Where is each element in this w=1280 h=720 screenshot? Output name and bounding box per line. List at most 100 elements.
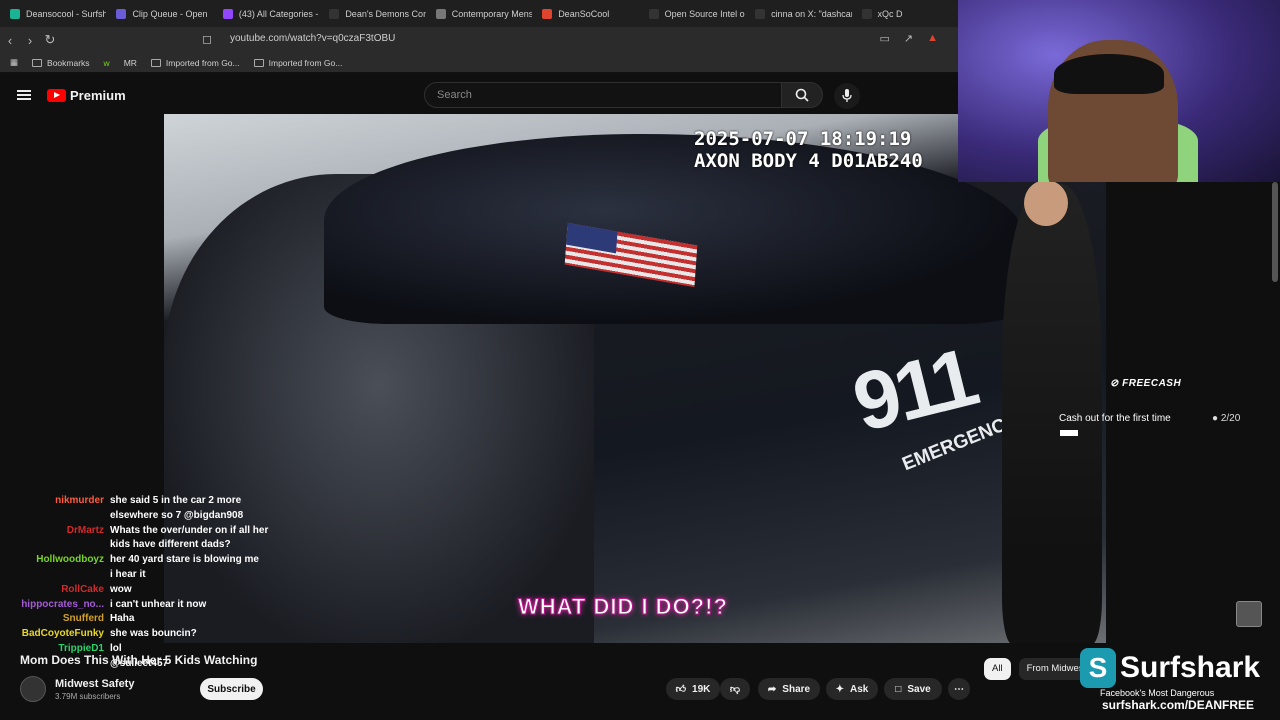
tab-label: Deansocool - Surfshark bbox=[26, 8, 107, 19]
dislike-button[interactable]: 👎︎ bbox=[720, 678, 750, 700]
bookmark-item[interactable]: Imported from Go... bbox=[253, 58, 342, 68]
share-icon: ➦ bbox=[767, 683, 777, 695]
tab-favicon-icon bbox=[648, 8, 659, 19]
search-button[interactable] bbox=[781, 82, 823, 108]
back-icon[interactable]: ‹ bbox=[0, 33, 20, 48]
streamer-webcam bbox=[958, 0, 1280, 182]
tab-favicon-icon bbox=[222, 8, 233, 19]
surfshark-tagline: Facebook's Most Dangerous bbox=[1100, 688, 1215, 698]
bookmark-item[interactable]: w bbox=[104, 58, 110, 68]
chat-message: Snufferd Haha bbox=[0, 612, 280, 627]
video-player[interactable]: 911 EMERGENCY 2025-07-07 18:19:19 AXON B… bbox=[164, 114, 1106, 643]
extension-icon[interactable]: ▲ bbox=[927, 32, 938, 45]
tab-label: cinna on X: "dashcam bbox=[771, 8, 852, 19]
share-page-icon[interactable]: ↗ bbox=[904, 32, 913, 45]
chat-username[interactable] bbox=[0, 568, 104, 583]
voice-search-button[interactable] bbox=[834, 83, 860, 109]
subscribe-button[interactable]: Subscribe bbox=[200, 678, 263, 700]
bodycam-timestamp: 2025-07-07 18:19:19 AXON BODY 4 D01AB240 bbox=[694, 128, 923, 172]
chat-text: she was bouncin? bbox=[110, 628, 197, 640]
chat-username[interactable]: RollCake bbox=[0, 583, 104, 598]
forward-icon[interactable]: › bbox=[20, 33, 40, 48]
ad-text: Cash out for the first time bbox=[1059, 413, 1171, 424]
subscriber-count: 3.79M subscribers bbox=[55, 692, 121, 701]
reload-icon[interactable]: ↻ bbox=[40, 32, 60, 48]
chat-text: i can't unhear it now bbox=[110, 598, 207, 610]
chat-username[interactable]: hippocrates_no... bbox=[0, 598, 104, 613]
browser-tab[interactable]: Dean's Demons Comm bbox=[319, 8, 426, 19]
chat-text: she said 5 in the car 2 more elsewhere s… bbox=[110, 495, 244, 521]
channel-name[interactable]: Midwest Safety bbox=[55, 678, 134, 690]
tab-label: Clip Queue - Open bbox=[132, 8, 208, 19]
tab-favicon-icon bbox=[755, 8, 766, 19]
cast-icon[interactable]: ▭ bbox=[879, 32, 889, 45]
tab-label: DeanSoCool bbox=[558, 8, 610, 19]
chat-message: RollCake wow bbox=[0, 583, 280, 598]
chat-username[interactable]: Snufferd bbox=[0, 612, 104, 627]
channel-avatar[interactable] bbox=[20, 676, 46, 702]
video-caption: WHAT DID I DO?!? bbox=[518, 594, 728, 620]
chat-text: i hear it bbox=[110, 568, 146, 580]
folder-icon bbox=[32, 58, 43, 67]
page-scrollbar[interactable] bbox=[1272, 182, 1278, 282]
bookmark-item[interactable]: MR bbox=[124, 58, 137, 68]
browser-tab[interactable]: Deansocool - Surfshark bbox=[0, 8, 107, 19]
bookmark-item[interactable]: Bookmarks bbox=[32, 58, 90, 68]
chat-text: Whats the over/under on if all her kids … bbox=[110, 524, 269, 551]
officer-head bbox=[1024, 180, 1068, 226]
tab-label: (43) All Categories - Tw bbox=[238, 8, 319, 19]
surfshark-logo: S Surfshark bbox=[1080, 648, 1260, 688]
chat-message: Hollwoodboyz her 40 yard stare is blowing… bbox=[0, 553, 280, 568]
browser-tab[interactable]: Open Source Intel on X bbox=[639, 8, 745, 19]
search-icon bbox=[795, 88, 809, 102]
save-icon: □ bbox=[895, 683, 902, 695]
save-button[interactable]: □ Save bbox=[884, 678, 942, 700]
like-button[interactable]: 👍︎ 19K bbox=[666, 678, 720, 700]
chat-message: DrMartz Whats the over/under on if all he… bbox=[0, 524, 280, 554]
thumbs-up-icon: 👍︎ bbox=[675, 684, 687, 695]
chat-text: her 40 yard stare is blowing me bbox=[110, 554, 259, 566]
tab-favicon-icon bbox=[329, 8, 340, 19]
tab-label: Dean's Demons Comm bbox=[345, 8, 425, 19]
chat-username[interactable]: BadCoyoteFunky bbox=[0, 627, 104, 642]
url-field[interactable]: youtube.com/watch?v=q0czaF3tOBU bbox=[230, 33, 395, 44]
more-icon: ⋯ bbox=[954, 683, 964, 695]
channel-watermark[interactable] bbox=[1236, 601, 1262, 627]
youtube-play-icon bbox=[47, 89, 66, 102]
folder-icon bbox=[150, 58, 161, 67]
search-input[interactable]: Search bbox=[424, 82, 782, 108]
chat-text: wow bbox=[110, 583, 132, 595]
apps-grid-icon[interactable]: ▦ bbox=[10, 57, 18, 68]
browser-tab[interactable]: (43) All Categories - Tw bbox=[213, 8, 319, 19]
chat-username[interactable]: nikmurder bbox=[0, 494, 104, 524]
bookmark-item[interactable]: Imported from Go... bbox=[150, 58, 240, 68]
tab-favicon-icon bbox=[10, 8, 20, 19]
ask-button[interactable]: ✦ Ask bbox=[826, 678, 878, 700]
browser-tab[interactable]: DeanSoCool bbox=[532, 8, 638, 19]
sparkle-icon: ✦ bbox=[835, 683, 845, 695]
share-button[interactable]: ➦ Share bbox=[758, 678, 820, 700]
microphone-icon bbox=[842, 89, 852, 102]
chat-username[interactable]: DrMartz bbox=[0, 524, 104, 554]
bookmarks-bar: ▦ Bookmarks w MR Imported from Go... Imp… bbox=[0, 53, 958, 73]
youtube-logo[interactable]: Premium bbox=[47, 88, 126, 103]
tab-favicon-icon bbox=[116, 8, 127, 19]
chat-username[interactable]: Hollwoodboyz bbox=[0, 553, 104, 568]
folder-icon bbox=[253, 58, 264, 67]
browser-tab[interactable]: cinna on X: "dashcam bbox=[745, 8, 852, 19]
menu-icon[interactable] bbox=[17, 90, 31, 100]
thumbs-down-icon: 👎︎ bbox=[729, 684, 741, 695]
chat-message: BadCoyoteFunky she was bouncin? bbox=[0, 627, 280, 642]
video-title: Mom Does This With Her 5 Kids Watching bbox=[20, 653, 258, 667]
more-actions-button[interactable]: ⋯ bbox=[948, 678, 970, 700]
chip-all[interactable]: All bbox=[984, 658, 1011, 680]
browser-tab[interactable]: Contemporary Mensw bbox=[426, 8, 532, 19]
tab-favicon-icon bbox=[435, 8, 446, 19]
bookmark-star-icon[interactable]: ◻ bbox=[202, 32, 212, 46]
tab-favicon-icon bbox=[542, 8, 553, 19]
browser-tab[interactable]: xQc D bbox=[852, 8, 958, 19]
ad-progress-text: ● 2/20 bbox=[1212, 413, 1241, 424]
browser-tab[interactable]: Clip Queue - Open bbox=[106, 8, 212, 19]
freecash-brand: ⊘ FREECASH bbox=[1110, 378, 1182, 389]
browser-tab-bar: Deansocool - Surfshark Clip Queue - Open (… bbox=[0, 0, 958, 27]
